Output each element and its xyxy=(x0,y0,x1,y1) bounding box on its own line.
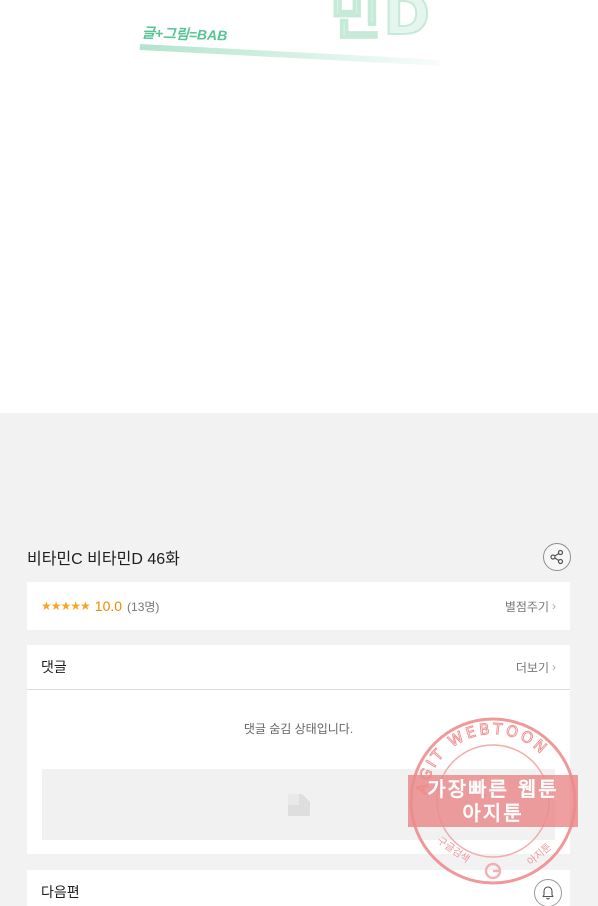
rating-stars: ★★★★★ xyxy=(41,599,91,613)
watermark-right-small: 아지툰 xyxy=(525,841,554,868)
comic-title-art: 민D xyxy=(329,0,433,49)
share-button[interactable] xyxy=(543,543,571,571)
rating-summary: ★★★★★ 10.0 (13명) xyxy=(41,598,159,615)
image-placeholder-icon xyxy=(287,793,310,816)
chevron-right-icon: › xyxy=(552,660,556,674)
comment-heading: 댓글 xyxy=(41,659,67,675)
google-g-icon xyxy=(484,862,502,880)
rate-button[interactable]: 별점주기 › xyxy=(505,598,556,615)
bell-icon xyxy=(542,886,554,900)
watermark-line1: 가장빠른 웹툰 xyxy=(427,777,558,801)
episode-title: 비타민C 비타민D 46화 xyxy=(27,551,180,568)
rating-score: 10.0 xyxy=(94,598,123,614)
comments-more-button[interactable]: 더보기 › xyxy=(516,659,556,676)
watermark-line2: 아지툰 xyxy=(462,801,523,825)
comic-panel: 민D 글+그림=BAB xyxy=(0,0,598,413)
comments-more-label: 더보기 xyxy=(515,660,549,675)
share-icon xyxy=(550,549,564,565)
chevron-right-icon: › xyxy=(552,599,556,613)
rating-count: (13명) xyxy=(127,599,160,614)
rate-button-label: 별점주기 xyxy=(504,599,549,614)
comment-header: 댓글 더보기 › xyxy=(27,645,570,690)
site-watermark-stamp: AGIT WEBTOON 가장빠른 웹툰 아지툰 구글검색 아지툰 xyxy=(408,716,578,886)
episode-title-row: 비타민C 비타민D 46화 xyxy=(27,541,571,573)
rating-card: ★★★★★ 10.0 (13명) 별점주기 › xyxy=(27,582,570,630)
next-episode-label: 다음편 xyxy=(41,884,80,900)
comic-credit: 글+그림=BAB xyxy=(141,24,228,44)
